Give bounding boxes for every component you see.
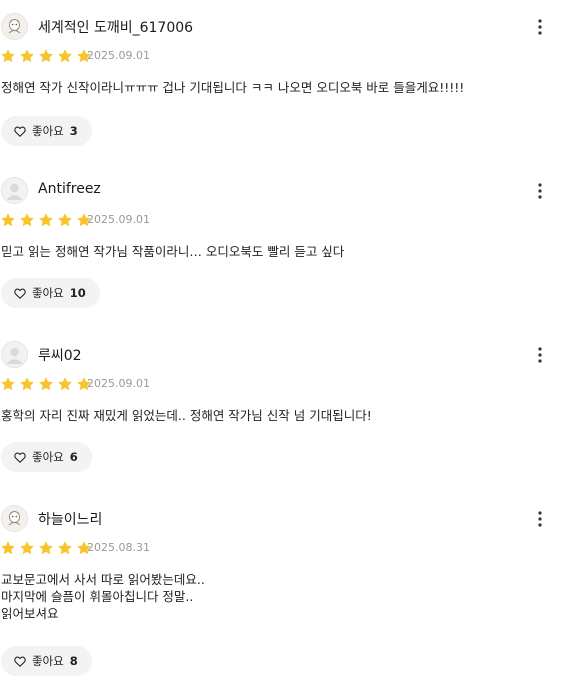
star-icon: [1, 49, 15, 63]
review-text-line: 믿고 읽는 정해연 작가님 작품이라니… 오디오북도 빨리 듣고 싶다: [1, 244, 345, 259]
review-text-line: 교보문고에서 사서 따로 읽어봤는데요..: [1, 572, 205, 587]
star-rating: [0, 212, 92, 228]
more-vertical-icon: [538, 19, 542, 35]
like-count: 3: [69, 124, 78, 138]
review-header: Antifreez: [0, 176, 569, 206]
review-header: 하늘이느리: [0, 504, 569, 534]
more-vertical-icon: [538, 347, 542, 363]
like-button[interactable]: 좋아요 10: [1, 278, 100, 308]
rating-row: 2025.08.31: [0, 540, 300, 558]
rating-row: 2025.09.01: [0, 212, 300, 230]
star-rating: [0, 48, 92, 64]
star-icon: [58, 49, 72, 63]
review-text: 교보문고에서 사서 따로 읽어봤는데요.. 마지막에 슬픔이 휘몰아칩니다 정말…: [1, 571, 561, 622]
like-label: 좋아요: [32, 450, 64, 464]
more-vertical-icon: [538, 511, 542, 527]
star-icon: [39, 49, 53, 63]
star-icon: [39, 377, 53, 391]
like-count: 6: [69, 450, 78, 464]
review-text: 정해연 작가 신작이라니ㅠㅠㅠ 겁나 기대됩니다 ㅋㅋ 나오면 오디오북 바로 …: [1, 79, 561, 96]
star-icon: [1, 213, 15, 227]
like-button[interactable]: 좋아요 8: [1, 646, 92, 676]
review-header: 루씨02: [0, 340, 569, 370]
more-vertical-icon: [538, 183, 542, 199]
more-options-button[interactable]: [528, 179, 552, 203]
heart-outline-icon: [14, 452, 26, 463]
review-date: 2025.09.01: [87, 49, 150, 62]
like-count: 10: [69, 286, 86, 300]
like-count: 8: [69, 654, 78, 668]
more-options-button[interactable]: [528, 15, 552, 39]
avatar[interactable]: [1, 177, 28, 204]
avatar[interactable]: [1, 505, 28, 532]
review-text: 홍학의 자리 진짜 재밌게 읽었는데.. 정해연 작가님 신작 넘 기대됩니다!: [1, 407, 561, 424]
rating-row: 2025.09.01: [0, 376, 300, 394]
like-button[interactable]: 좋아요 6: [1, 442, 92, 472]
username[interactable]: 루씨02: [38, 345, 82, 365]
star-icon: [20, 377, 34, 391]
review-text: 믿고 읽는 정해연 작가님 작품이라니… 오디오북도 빨리 듣고 싶다: [1, 243, 561, 260]
default-avatar-icon: [2, 342, 27, 367]
star-icon: [1, 541, 15, 555]
like-label: 좋아요: [32, 124, 64, 138]
star-icon: [1, 377, 15, 391]
star-icon: [58, 213, 72, 227]
username[interactable]: Antifreez: [38, 181, 101, 197]
rating-row: 2025.09.01: [0, 48, 300, 66]
heart-outline-icon: [14, 288, 26, 299]
review-date: 2025.09.01: [87, 377, 150, 390]
review-text-line: 홍학의 자리 진짜 재밌게 읽었는데.. 정해연 작가님 신작 넘 기대됩니다!: [1, 408, 372, 423]
heart-outline-icon: [14, 656, 26, 667]
doodle-avatar-icon: [2, 506, 27, 531]
like-label: 좋아요: [32, 654, 64, 668]
star-rating: [0, 376, 92, 392]
review-text-line: 읽어보셔요: [1, 606, 59, 621]
review-date: 2025.08.31: [87, 541, 150, 554]
doodle-avatar-icon: [2, 14, 27, 39]
like-button[interactable]: 좋아요 3: [1, 116, 92, 146]
review-header: 세계적인 도깨비_617006: [0, 12, 569, 42]
star-icon: [58, 377, 72, 391]
star-icon: [20, 49, 34, 63]
star-icon: [39, 213, 53, 227]
star-rating: [0, 540, 92, 556]
star-icon: [20, 541, 34, 555]
username[interactable]: 하늘이느리: [38, 509, 102, 529]
avatar[interactable]: [1, 13, 28, 40]
star-icon: [39, 541, 53, 555]
review-text-line: 정해연 작가 신작이라니ㅠㅠㅠ 겁나 기대됩니다 ㅋㅋ 나오면 오디오북 바로 …: [1, 80, 465, 95]
avatar[interactable]: [1, 341, 28, 368]
review-text-line: 마지막에 슬픔이 휘몰아칩니다 정말..: [1, 589, 194, 604]
more-options-button[interactable]: [528, 507, 552, 531]
like-label: 좋아요: [32, 286, 64, 300]
star-icon: [20, 213, 34, 227]
heart-outline-icon: [14, 126, 26, 137]
default-avatar-icon: [2, 178, 27, 203]
more-options-button[interactable]: [528, 343, 552, 367]
username[interactable]: 세계적인 도깨비_617006: [38, 17, 193, 37]
review-date: 2025.09.01: [87, 213, 150, 226]
star-icon: [58, 541, 72, 555]
